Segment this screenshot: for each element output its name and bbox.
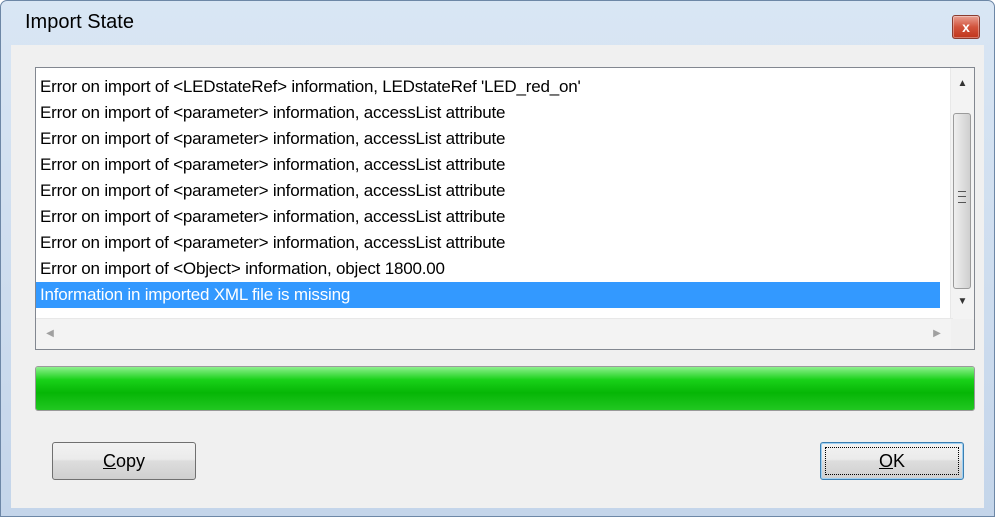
scroll-left-arrow-icon[interactable]: ◀ (40, 319, 60, 349)
copy-label-rest: opy (115, 451, 146, 471)
list-item[interactable]: Error on import of <parameter> informati… (36, 178, 940, 204)
vertical-scroll-thumb[interactable] (953, 113, 971, 289)
copy-mnemonic: C (102, 451, 116, 471)
scroll-right-arrow-icon[interactable]: ▶ (927, 319, 947, 349)
list-item[interactable]: Error on import of <parameter> informati… (36, 230, 940, 256)
close-button[interactable]: x (952, 15, 980, 39)
grip-icon (958, 191, 966, 203)
list-item[interactable]: Information in imported XML file is miss… (36, 282, 940, 308)
list-item[interactable]: Error on import of <LEDstateRef> informa… (36, 74, 940, 100)
progress-fill (36, 367, 974, 410)
close-icon: x (962, 19, 970, 35)
scroll-up-arrow-icon[interactable]: ▲ (951, 74, 974, 94)
title-bar[interactable]: Import State x (1, 1, 994, 45)
list-item[interactable]: Error on import of <parameter> informati… (36, 204, 940, 230)
list-item[interactable]: Error on import of <parameter> informati… (36, 100, 940, 126)
list-item[interactable]: Error on import of <parameter> informati… (36, 126, 940, 152)
copy-button[interactable]: Copy (52, 442, 196, 480)
log-items: Error on import of <LEDstateRef> informa… (36, 74, 940, 308)
vertical-scrollbar[interactable]: ▲ ▼ (950, 68, 974, 320)
import-state-dialog: Import State x Error on import of <LEDst… (0, 0, 995, 517)
scroll-down-arrow-icon[interactable]: ▼ (951, 292, 974, 312)
focus-rectangle (825, 447, 959, 475)
dialog-title: Import State (25, 11, 134, 33)
dialog-client-area: Error on import of <LEDstateRef> informa… (11, 45, 984, 508)
list-item[interactable]: Error on import of <parameter> informati… (36, 152, 940, 178)
scrollbar-corner (951, 319, 974, 349)
import-progress-bar (35, 366, 975, 411)
list-item[interactable]: Error on import of <Object> information,… (36, 256, 940, 282)
ok-button[interactable]: OK (820, 442, 964, 480)
import-log-list[interactable]: Error on import of <LEDstateRef> informa… (35, 67, 975, 350)
horizontal-scrollbar[interactable]: ◀ ▶ (36, 318, 953, 349)
